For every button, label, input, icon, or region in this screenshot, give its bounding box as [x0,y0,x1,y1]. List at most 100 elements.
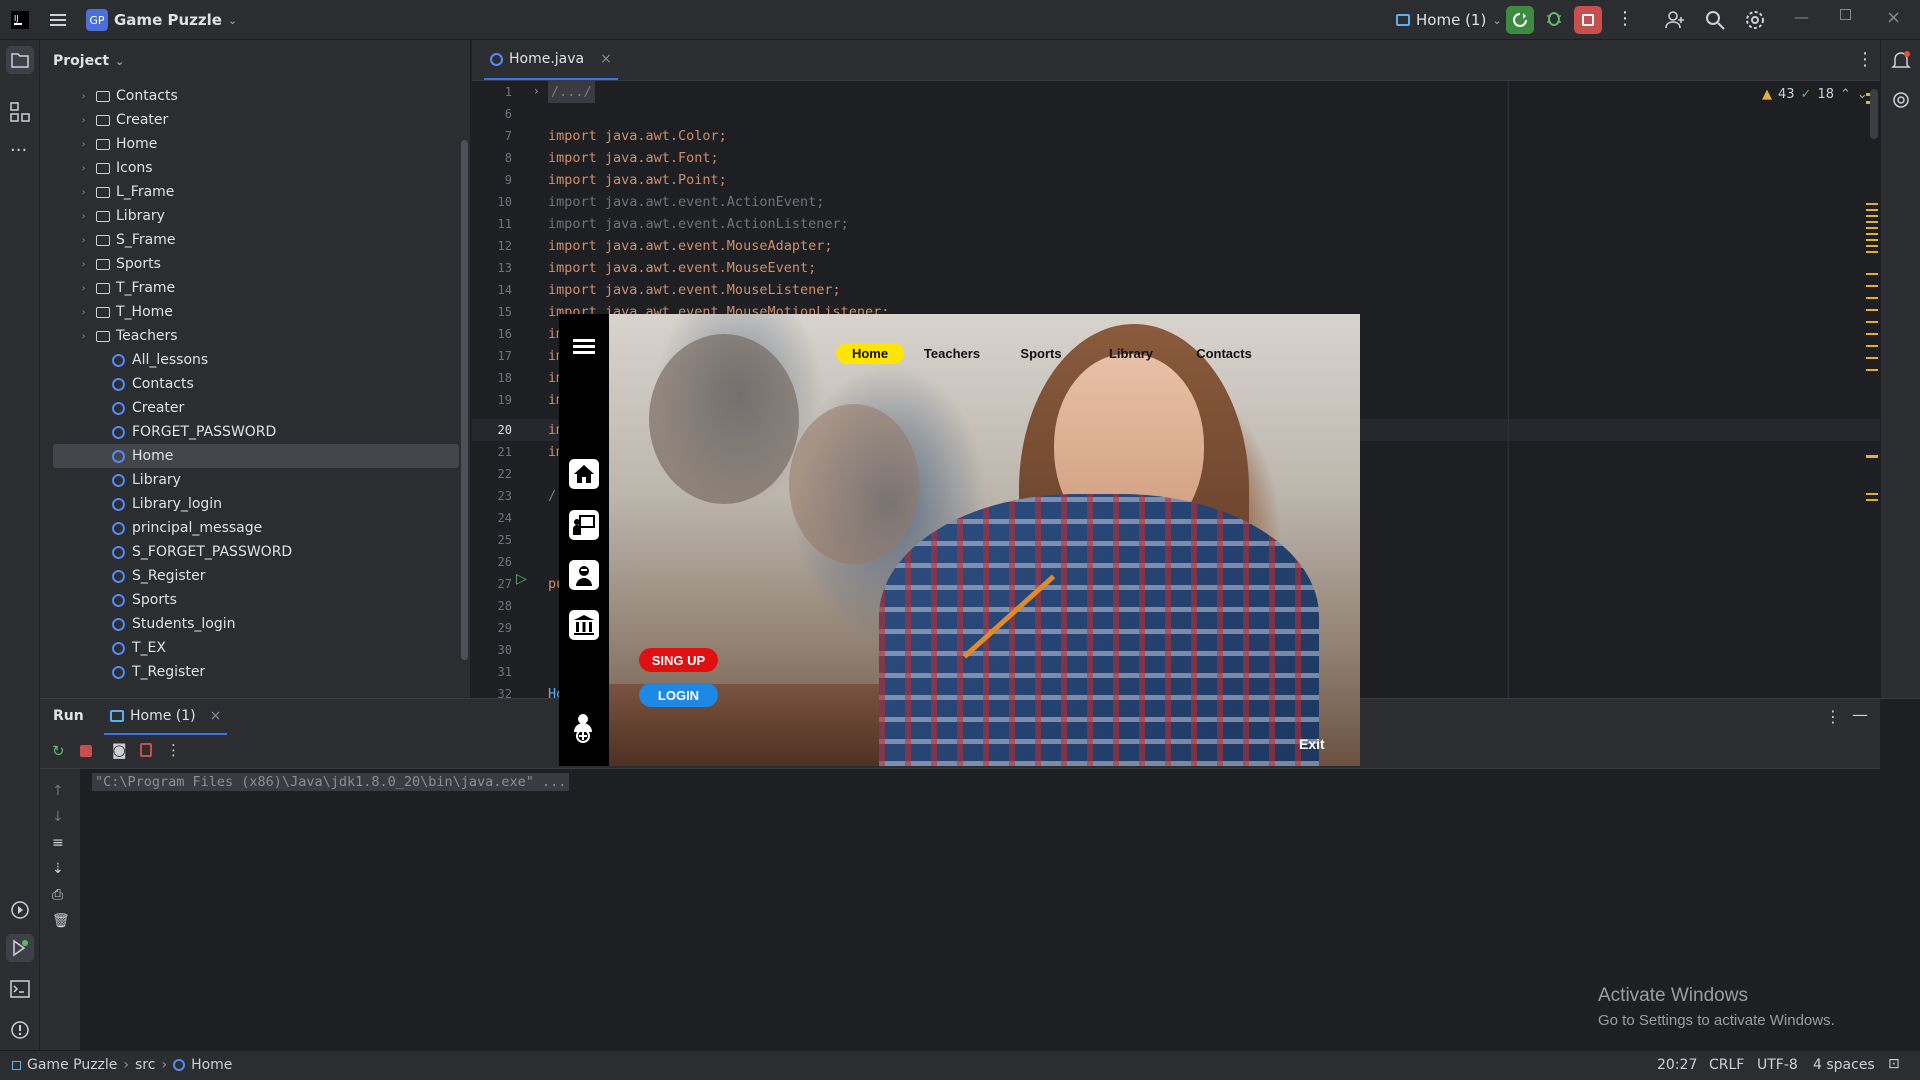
tree-class[interactable]: All_lessons [40,348,460,372]
restore-button[interactable] [1840,9,1851,20]
hamburger-menu-icon[interactable] [573,337,595,359]
problems-tool-button[interactable] [10,1020,30,1044]
tree-class[interactable]: principal_message [40,516,460,540]
services-tool-button[interactable] [10,900,30,924]
exit-button[interactable]: Exit [1299,736,1325,752]
breadcrumb-item[interactable]: src [135,1057,155,1073]
run-gutter-icon[interactable]: ▷ [516,571,527,587]
nav-library-button[interactable]: Library [1088,343,1174,364]
project-switcher[interactable]: GP Game Puzzle ⌄ [86,9,237,31]
tree-folder[interactable]: › Icons [40,156,460,180]
tree-folder[interactable]: › Library [40,204,460,228]
tree-class-selected[interactable]: Home [53,444,459,468]
rerun-icon[interactable]: ↻ [52,742,65,760]
arrow-down-icon[interactable]: ↓ [52,809,64,825]
tree-folder[interactable]: › L_Frame [40,180,460,204]
tree-folder[interactable]: › Home [40,132,460,156]
nav-teachers-button[interactable]: Teachers [908,343,996,364]
tree-class[interactable]: Library [40,468,460,492]
debug-button[interactable] [1544,8,1564,28]
editor-more-icon[interactable]: ⋮ [1856,49,1874,70]
tree-folder[interactable]: › T_Home [40,300,460,324]
tree-class[interactable]: T_EX [40,636,460,660]
tree-class[interactable]: Contacts [40,372,460,396]
tree-class[interactable]: Creater [40,396,460,420]
nav-contacts-button[interactable]: Contacts [1179,343,1269,364]
tree-class[interactable]: S_Register [40,564,460,588]
tree-folder[interactable]: › T_Frame [40,276,460,300]
inspection-widget[interactable]: ▲ 43 ✓ 18 ⌃ ⌄ [1762,87,1868,102]
camera-icon[interactable]: ◙ [112,741,127,759]
student-icon[interactable] [569,560,599,590]
ide-window: IJ GP Game Puzzle ⌄ Home (1) ⌄ ⋮ — × ···… [0,0,1920,1080]
signup-button[interactable]: SING UP [639,648,718,672]
teacher-icon[interactable] [569,510,599,540]
user-profile-icon[interactable] [571,712,595,748]
more-actions-icon[interactable]: ⋮ [1616,8,1634,29]
scroll-to-end-icon[interactable]: ⇣ [52,861,64,877]
minimize-panel-icon[interactable]: — [1852,705,1868,724]
editor-scrollbar[interactable] [1870,89,1878,139]
library-icon[interactable] [569,610,599,640]
fold-chevron-icon[interactable]: › [534,84,539,98]
tree-class[interactable]: FORGET_PASSWORD [40,420,460,444]
tree-class[interactable]: T_Register [40,660,460,684]
project-scrollbar[interactable] [461,140,468,660]
tree-folder[interactable]: › Sports [40,252,460,276]
line-number: 11 [497,217,512,231]
ai-assistant-icon[interactable] [1891,90,1911,114]
print-icon[interactable]: ⎙ [52,887,63,903]
minimize-button[interactable]: — [1794,8,1809,26]
stop-button[interactable] [1574,6,1602,34]
lock-icon[interactable]: ⊡ [1888,1056,1900,1072]
notifications-bell-icon[interactable] [1891,50,1911,74]
ide-logo-icon[interactable]: IJ [10,10,30,30]
add-user-icon[interactable] [1664,9,1686,31]
stop-icon[interactable] [80,745,92,757]
java-class-icon [112,353,125,367]
editor-tab[interactable]: Home.java × [484,40,618,80]
tree-class[interactable]: Students_login [40,612,460,636]
project-tool-button[interactable] [6,46,34,74]
run-tool-button[interactable] [6,934,34,962]
nav-sports-button[interactable]: Sports [1001,343,1081,364]
tree-folder[interactable]: › Teachers [40,324,460,348]
arrow-up-icon[interactable]: ↑ [52,783,64,799]
close-tab-icon[interactable]: × [210,708,222,724]
restore-icon [1840,9,1851,20]
line-number: 17 [497,349,512,363]
more-tools-icon[interactable]: ··· [10,140,27,161]
nav-home-button[interactable]: Home [836,343,904,364]
project-panel-header[interactable]: Project ⌄ [53,53,124,69]
run-config-selector[interactable]: Home (1) ⌄ [1396,11,1502,29]
run-panel-more-icon[interactable]: ⋮ [1825,707,1841,726]
soft-wrap-icon[interactable]: ≡ [52,835,64,851]
tree-class[interactable]: S_FORGET_PASSWORD [40,540,460,564]
run-tab[interactable]: Home (1) × [104,699,228,735]
file-encoding[interactable]: UTF-8 [1757,1057,1798,1073]
tree-folder[interactable]: › Contacts [40,84,460,108]
indent-setting[interactable]: 4 spaces [1813,1057,1875,1073]
login-button[interactable]: LOGIN [639,683,718,707]
trash-icon[interactable]: 🗑 [52,913,70,929]
tree-folder[interactable]: › S_Frame [40,228,460,252]
more-icon[interactable]: ⋮ [166,741,181,759]
caret-position[interactable]: 20:27 [1657,1057,1697,1073]
breadcrumb-item[interactable]: Game Puzzle [27,1057,117,1073]
tree-class[interactable]: Library_login [40,492,460,516]
breadcrumb-item[interactable]: Home [191,1057,232,1073]
error-stripe[interactable] [1866,93,1878,698]
close-tab-icon[interactable]: × [600,51,612,67]
rerun-button[interactable] [1506,6,1534,34]
search-icon[interactable] [1704,9,1726,31]
tree-folder[interactable]: › Creater [40,108,460,132]
line-ending[interactable]: CRLF [1709,1057,1744,1073]
structure-tool-button[interactable] [10,102,30,126]
close-window-button[interactable]: × [1886,7,1901,28]
terminal-tool-button[interactable] [10,980,30,1002]
home-icon[interactable] [569,459,599,489]
exit-icon[interactable] [140,743,152,757]
tree-class[interactable]: Sports [40,588,460,612]
main-menu-icon[interactable] [48,10,68,30]
settings-gear-icon[interactable] [1744,9,1766,31]
